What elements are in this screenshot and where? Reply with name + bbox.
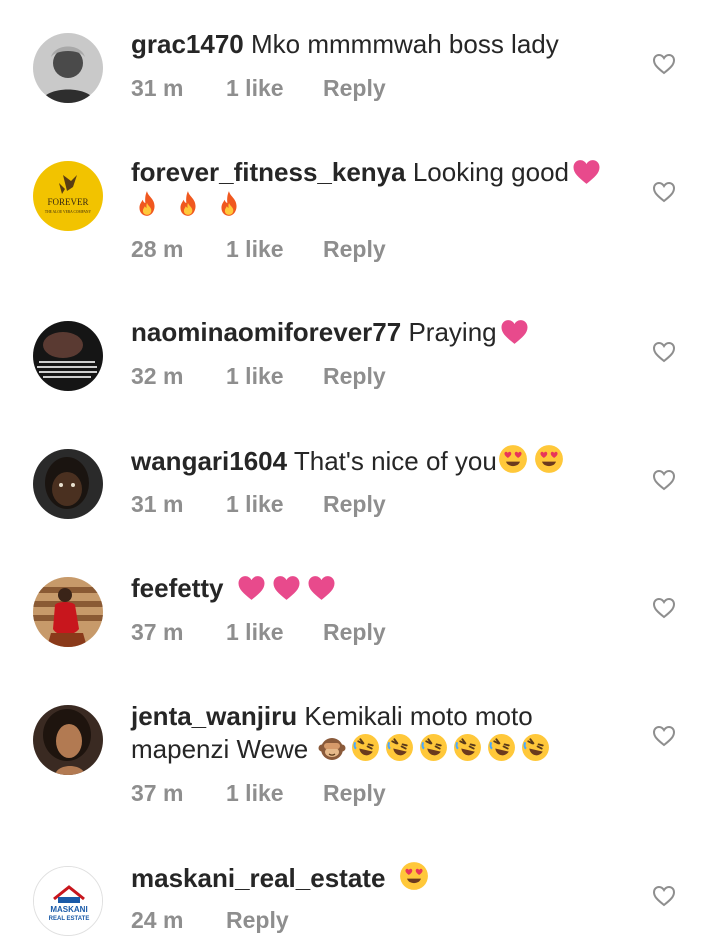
fire-emoji <box>175 190 201 218</box>
avatar-logo-text: FOREVER <box>47 197 88 207</box>
red-heart-emoji <box>572 159 601 185</box>
username[interactable]: jenta_wanjiru <box>131 701 297 731</box>
comment-meta: 31 m 1 like Reply <box>131 74 386 102</box>
smiling-face-with-heart-eyes-emoji <box>498 444 528 474</box>
username[interactable]: forever_fitness_kenya <box>131 157 406 187</box>
like-count[interactable]: 1 like <box>226 74 323 102</box>
like-count[interactable]: 1 like <box>226 362 323 390</box>
timestamp: 28 m <box>131 236 184 262</box>
red-heart-emoji <box>272 575 301 601</box>
rolling-on-floor-laughing-emoji <box>385 733 414 762</box>
fire-emoji <box>134 190 160 218</box>
comment-meta: 31 m 1 like Reply <box>131 490 386 518</box>
avatar[interactable] <box>33 321 103 391</box>
avatar[interactable]: MASKANI REAL ESTATE <box>33 866 103 936</box>
avatar[interactable]: FOREVER THE ALOE VERA COMPANY <box>33 161 103 231</box>
heart-outline-icon[interactable] <box>652 885 676 907</box>
heart-outline-icon[interactable] <box>652 181 676 203</box>
comment-text: naominaomiforever77 Praying <box>131 316 631 349</box>
rolling-on-floor-laughing-emoji <box>487 733 516 762</box>
comment-body: That's nice of you <box>293 446 497 476</box>
reply-button[interactable]: Reply <box>323 490 386 518</box>
reply-button[interactable]: Reply <box>323 74 386 102</box>
username[interactable]: naominaomiforever77 <box>131 317 401 347</box>
avatar[interactable] <box>33 449 103 519</box>
timestamp: 24 m <box>131 907 184 933</box>
heart-outline-icon[interactable] <box>652 341 676 363</box>
comment-meta: 28 m 1 like Reply <box>131 235 386 263</box>
comment-text: maskani_real_estate <box>131 861 631 895</box>
avatar[interactable] <box>33 705 103 775</box>
reply-button[interactable]: Reply <box>323 618 386 646</box>
rolling-on-floor-laughing-emoji <box>351 733 380 762</box>
comment-meta: 32 m 1 like Reply <box>131 362 386 390</box>
like-count[interactable]: 1 like <box>226 779 323 807</box>
rolling-on-floor-laughing-emoji <box>419 733 448 762</box>
avatar[interactable] <box>33 33 103 103</box>
fire-emoji <box>216 190 242 218</box>
see-no-evil-monkey-emoji <box>318 734 346 762</box>
timestamp: 37 m <box>131 619 184 645</box>
timestamp: 31 m <box>131 75 184 101</box>
heart-outline-icon[interactable] <box>652 53 676 75</box>
like-count[interactable]: 1 like <box>226 235 323 263</box>
comment-meta: 37 m 1 like Reply <box>131 618 386 646</box>
like-count[interactable]: 1 like <box>226 490 323 518</box>
like-count[interactable]: 1 like <box>226 618 323 646</box>
red-heart-emoji <box>500 319 529 345</box>
comment-meta: 37 m 1 like Reply <box>131 779 386 807</box>
avatar[interactable] <box>33 577 103 647</box>
smiling-face-with-heart-eyes-emoji <box>534 444 564 474</box>
username[interactable]: grac1470 <box>131 29 244 59</box>
rolling-on-floor-laughing-emoji <box>521 733 550 762</box>
username[interactable]: feefetty <box>131 573 223 603</box>
red-heart-emoji <box>307 575 336 601</box>
comment-text: grac1470 Mko mmmmwah boss lady <box>131 28 631 61</box>
avatar-logo-subtext: REAL ESTATE <box>49 916 90 922</box>
comment-text: wangari1604 That's nice of you <box>131 444 631 478</box>
timestamp: 32 m <box>131 363 184 389</box>
username[interactable]: wangari1604 <box>131 446 287 476</box>
comment-text: feefetty <box>131 572 631 605</box>
reply-button[interactable]: Reply <box>323 362 386 390</box>
heart-outline-icon[interactable] <box>652 469 676 491</box>
comment-meta: 24 m Reply <box>131 906 289 934</box>
comment-text: jenta_wanjiru Kemikali moto moto mapenzi… <box>131 700 631 766</box>
avatar-logo-text: MASKANI <box>50 905 87 914</box>
comment-body: Looking good <box>412 157 569 187</box>
comment-body: Mko mmmmwah boss lady <box>251 29 559 59</box>
timestamp: 37 m <box>131 780 184 806</box>
comment-text: forever_fitness_kenya Looking good <box>131 156 631 222</box>
reply-button[interactable]: Reply <box>323 779 386 807</box>
rolling-on-floor-laughing-emoji <box>453 733 482 762</box>
reply-button[interactable]: Reply <box>323 235 386 263</box>
red-heart-emoji <box>237 575 266 601</box>
timestamp: 31 m <box>131 491 184 517</box>
reply-button[interactable]: Reply <box>226 906 289 934</box>
heart-outline-icon[interactable] <box>652 725 676 747</box>
comment-body: Praying <box>408 317 497 347</box>
username[interactable]: maskani_real_estate <box>131 863 385 893</box>
smiling-face-with-heart-eyes-emoji <box>399 861 429 891</box>
heart-outline-icon[interactable] <box>652 597 676 619</box>
avatar-logo-subtext: THE ALOE VERA COMPANY <box>45 210 92 214</box>
